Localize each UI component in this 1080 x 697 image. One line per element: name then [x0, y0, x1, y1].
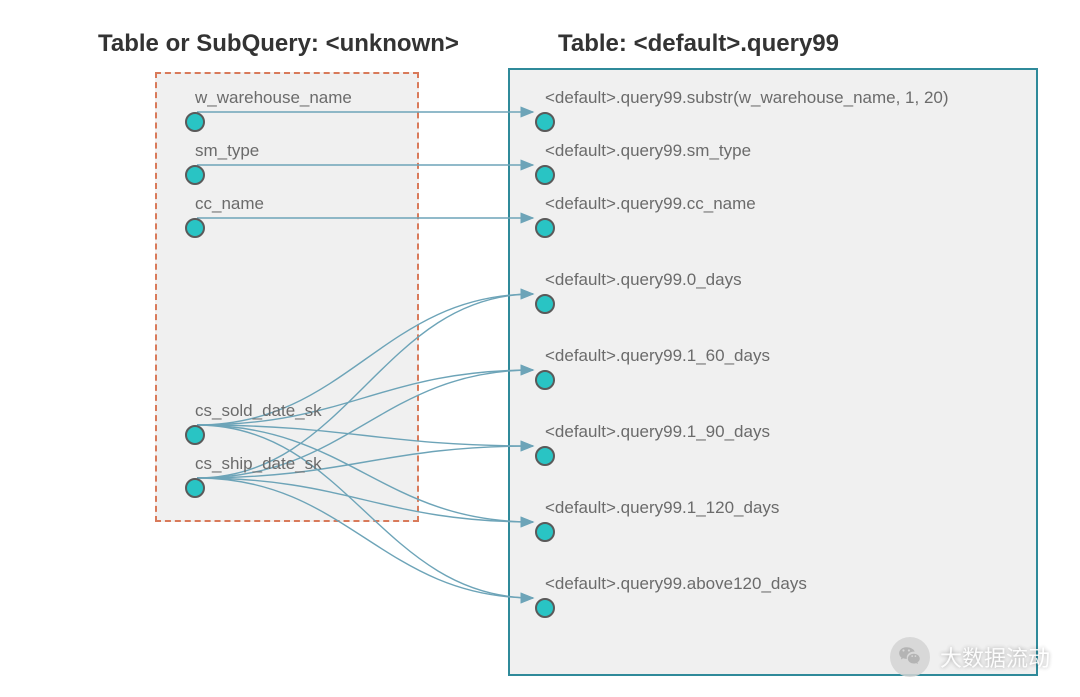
column-node-icon: [535, 598, 555, 618]
column-label: <default>.query99.0_days: [545, 270, 742, 290]
column-node-icon: [535, 370, 555, 390]
column-label: <default>.query99.1_90_days: [545, 422, 770, 442]
column-label: w_warehouse_name: [195, 88, 352, 108]
left-title: Table or SubQuery: <unknown>: [98, 30, 459, 58]
column-node-icon: [535, 446, 555, 466]
column-node-icon: [535, 294, 555, 314]
source-column-cc_name[interactable]: cc_name: [195, 194, 264, 238]
column-node-icon: [185, 218, 205, 238]
target-column-r3[interactable]: <default>.query99.0_days: [545, 270, 742, 314]
column-node-icon: [185, 112, 205, 132]
column-label: cs_ship_date_sk: [195, 454, 322, 474]
right-title: Table: <default>.query99: [558, 30, 839, 58]
column-label: <default>.query99.substr(w_warehouse_nam…: [545, 88, 949, 108]
target-column-r4[interactable]: <default>.query99.1_60_days: [545, 346, 770, 390]
target-column-r1[interactable]: <default>.query99.sm_type: [545, 141, 751, 185]
target-column-r5[interactable]: <default>.query99.1_90_days: [545, 422, 770, 466]
watermark: 大数据流动: [890, 637, 1050, 677]
target-column-r7[interactable]: <default>.query99.above120_days: [545, 574, 807, 618]
target-column-r2[interactable]: <default>.query99.cc_name: [545, 194, 756, 238]
column-label: <default>.query99.1_120_days: [545, 498, 779, 518]
column-label: <default>.query99.1_60_days: [545, 346, 770, 366]
column-node-icon: [535, 522, 555, 542]
column-label: sm_type: [195, 141, 259, 161]
target-column-r6[interactable]: <default>.query99.1_120_days: [545, 498, 779, 542]
source-column-sm_type[interactable]: sm_type: [195, 141, 259, 185]
source-column-w_warehouse_name[interactable]: w_warehouse_name: [195, 88, 352, 132]
wechat-icon: [890, 637, 930, 677]
target-column-r0[interactable]: <default>.query99.substr(w_warehouse_nam…: [545, 88, 949, 132]
column-node-icon: [185, 165, 205, 185]
column-label: <default>.query99.above120_days: [545, 574, 807, 594]
column-node-icon: [185, 425, 205, 445]
column-label: <default>.query99.cc_name: [545, 194, 756, 214]
column-node-icon: [535, 165, 555, 185]
lineage-diagram: Table or SubQuery: <unknown> Table: <def…: [0, 0, 1080, 697]
column-node-icon: [535, 218, 555, 238]
column-label: <default>.query99.sm_type: [545, 141, 751, 161]
column-node-icon: [535, 112, 555, 132]
source-column-cs_ship_date_sk[interactable]: cs_ship_date_sk: [195, 454, 322, 498]
column-label: cs_sold_date_sk: [195, 401, 322, 421]
column-label: cc_name: [195, 194, 264, 214]
column-node-icon: [185, 478, 205, 498]
watermark-text: 大数据流动: [940, 641, 1050, 673]
source-column-cs_sold_date_sk[interactable]: cs_sold_date_sk: [195, 401, 322, 445]
